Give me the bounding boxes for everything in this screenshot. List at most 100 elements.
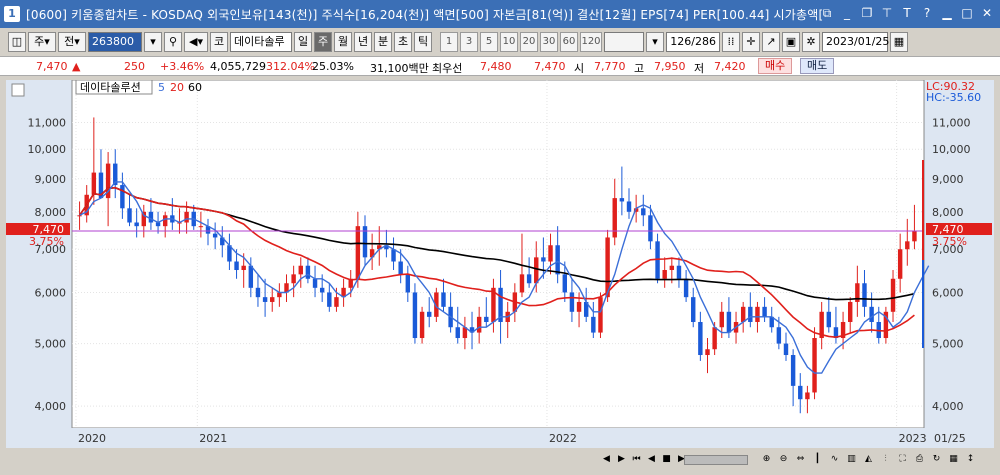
candle-body [198, 226, 204, 228]
max-window-icon[interactable]: □ [960, 6, 974, 20]
help-icon[interactable]: ? [920, 6, 934, 20]
first-icon[interactable]: ⏮ [630, 453, 643, 466]
price-chart[interactable]: 4,000 5,000 6,000 7,000 8,000 9,000 10,000 11,0… [6, 79, 994, 448]
period-select[interactable]: 주▾ [28, 32, 56, 52]
candle-body [826, 311, 832, 328]
interval-10[interactable]: 10 [500, 32, 518, 52]
tab-month[interactable]: 월 [334, 32, 352, 52]
tab-week[interactable]: 주 [314, 32, 332, 52]
close-icon[interactable]: ✕ [980, 6, 994, 20]
legend-ma60: 60 [188, 81, 202, 94]
interval-60[interactable]: 60 [560, 32, 578, 52]
stock-name-field[interactable]: 데이타솔루 [230, 32, 292, 52]
custom-interval-dropdown-icon[interactable]: ▾ [646, 32, 664, 52]
interval-20[interactable]: 20 [520, 32, 538, 52]
stop-icon[interactable]: ■ [660, 453, 673, 466]
tab-year[interactable]: 년 [354, 32, 372, 52]
candle-body [298, 265, 303, 275]
candle-body [441, 292, 446, 307]
tab-minute[interactable]: 분 [374, 32, 392, 52]
interval-120[interactable]: 120 [580, 32, 602, 52]
custom-interval-input[interactable] [604, 32, 644, 52]
refresh-icon[interactable]: ↻ [930, 453, 943, 466]
gear-icon[interactable]: ✲ [802, 32, 820, 52]
right-edge-down-bar [922, 260, 924, 348]
playback-controls: ◀ ▶ ⏮ ◀ ■ ▶ [600, 453, 688, 466]
date-input[interactable]: 2023/01/25 [822, 32, 889, 52]
copy-icon[interactable]: ⧉ [820, 6, 834, 20]
candle-body [255, 287, 261, 298]
candle-body [591, 316, 596, 333]
candle-body [698, 321, 703, 356]
period-select-label: 주 [34, 35, 45, 48]
candle-body [676, 265, 682, 279]
prev-icon[interactable]: ◀ [645, 453, 658, 466]
sell-button[interactable]: 매도 [800, 58, 835, 74]
arrow-icon[interactable]: ↕ [964, 453, 977, 466]
trend-icon[interactable]: ↗ [762, 32, 780, 52]
tab-second[interactable]: 초 [394, 32, 412, 52]
market-label[interactable]: 코 [210, 32, 228, 52]
candle-body [569, 292, 575, 312]
candle-body [912, 231, 917, 242]
text-icon[interactable]: T [900, 6, 914, 20]
scroll-right-icon[interactable]: ▶ [615, 453, 628, 466]
layout-icon[interactable]: ◫ [8, 32, 26, 52]
crosshair-icon[interactable]: ✛ [742, 32, 760, 52]
fullscreen-icon[interactable]: ⛶ [896, 453, 909, 466]
candle-body [534, 257, 539, 284]
candle-type-icon[interactable]: ┃ [811, 453, 824, 466]
count-field[interactable]: 126/286 [666, 32, 720, 52]
interval-5[interactable]: 5 [480, 32, 498, 52]
y-tick-label-right: 9,000 [932, 173, 964, 186]
candle-body [234, 261, 239, 271]
minimize-icon[interactable]: _ [840, 6, 854, 20]
chart-settings-icon[interactable] [11, 83, 25, 97]
tab-tick[interactable]: 틱 [414, 32, 432, 52]
tab-day[interactable]: 일 [294, 32, 312, 52]
fit-icon[interactable]: ⇔ [794, 453, 807, 466]
low-price: 7,420 [714, 60, 746, 73]
buy-button[interactable]: 매수 [758, 58, 793, 74]
scroll-thumb[interactable] [684, 455, 748, 465]
zoom-in-icon[interactable]: ⊕ [760, 453, 773, 466]
interval-1[interactable]: 1 [440, 32, 458, 52]
y-tick-label-left: 9,000 [35, 173, 67, 186]
all-select[interactable]: 전▾ [58, 32, 86, 52]
min-window-icon[interactable]: ▁ [940, 6, 954, 20]
area-type-icon[interactable]: ◭ [862, 453, 875, 466]
pin-icon[interactable]: ⊤ [880, 6, 894, 20]
scroll-zoom-icon[interactable]: ⁞⁞ [722, 32, 740, 52]
x-tick-label: 2022 [549, 432, 577, 445]
x-tick-label-right: 01/25 [934, 432, 966, 445]
candle-body [419, 311, 425, 339]
interval-30[interactable]: 30 [540, 32, 558, 52]
search-icon[interactable]: ⚲ [164, 32, 182, 52]
candle-body [783, 343, 789, 356]
candle-body [405, 274, 411, 293]
y-tick-label-right: 8,000 [932, 206, 964, 219]
speaker-icon[interactable]: ◀▾ [184, 32, 208, 52]
print-icon[interactable]: ⎙ [913, 453, 926, 466]
save-icon[interactable]: ▣ [782, 32, 800, 52]
scroll-left-icon[interactable]: ◀ [600, 453, 613, 466]
candle-body [862, 283, 867, 307]
window-number: 1 [4, 6, 20, 22]
stock-code-input[interactable]: 263800 [88, 32, 142, 52]
restore-icon[interactable]: ❐ [860, 6, 874, 20]
bar-type-icon[interactable]: ▥ [845, 453, 858, 466]
candle-body [127, 208, 132, 223]
candlestick-chart[interactable]: 4,0005,0006,0007,0008,0009,00010,00011,0… [6, 79, 994, 448]
zoom-out-icon[interactable]: ⊖ [777, 453, 790, 466]
best-ask: 7,480 [480, 60, 512, 73]
grid-icon[interactable]: ▦ [947, 453, 960, 466]
line-type-icon[interactable]: ∿ [828, 453, 841, 466]
candle-body [412, 292, 418, 339]
candle-body [905, 241, 910, 250]
code-dropdown-icon[interactable]: ▾ [144, 32, 162, 52]
calendar-icon[interactable]: ▦ [890, 32, 908, 52]
interval-3[interactable]: 3 [460, 32, 478, 52]
compare-icon[interactable]: ⫶ [879, 453, 892, 466]
candle-body [262, 297, 268, 302]
candle-body [748, 306, 753, 322]
